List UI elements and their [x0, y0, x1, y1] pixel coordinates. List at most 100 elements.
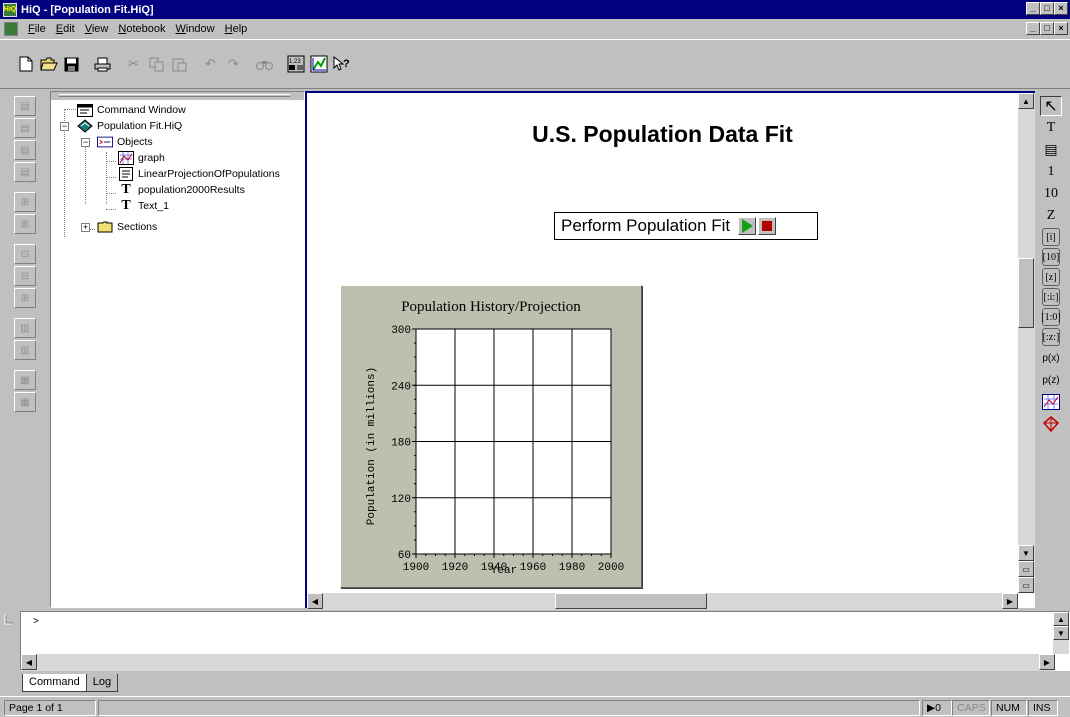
doc-minimize-button[interactable]: _	[1026, 22, 1040, 35]
maximize-button[interactable]: □	[1040, 2, 1054, 15]
tree-item-sections[interactable]: Sections	[97, 219, 157, 235]
command-scroll-down-button[interactable]: ▼	[1053, 626, 1069, 640]
doc-restore-button[interactable]: □	[1040, 22, 1054, 35]
prev-page-button[interactable]: ▭	[1018, 561, 1034, 577]
expand-sections-toggle[interactable]: +	[81, 223, 90, 232]
align-top-icon[interactable]: ⊡	[14, 244, 36, 264]
tab-command[interactable]: Command	[22, 674, 87, 692]
polynomial-real-tool[interactable]: p(x)	[1040, 348, 1062, 368]
script-tool[interactable]: ▤	[1040, 140, 1062, 160]
align-middle-icon[interactable]: ⊟	[14, 266, 36, 286]
graph-tool-icon[interactable]	[1040, 392, 1062, 412]
3d-graph-tool-icon[interactable]	[1040, 414, 1062, 434]
command-scroll-up-button[interactable]: ▲	[1053, 612, 1069, 626]
undo-icon[interactable]: ↶	[199, 53, 222, 75]
tree-item-population-results[interactable]: T population2000Results	[118, 182, 245, 198]
stop-button[interactable]	[758, 217, 777, 235]
layout-grid-icon[interactable]: ⊞	[14, 192, 36, 212]
menu-bar: File Edit View Notebook Window Help _ □ …	[0, 19, 1070, 38]
layout-split-icon[interactable]: ⊞	[14, 214, 36, 234]
insert-row-icon[interactable]: ▤	[14, 140, 36, 160]
play-icon	[741, 219, 753, 233]
graph-object-icon[interactable]	[307, 53, 330, 75]
align-center-icon[interactable]: ⊞	[14, 288, 36, 308]
distribute-horizontal-icon[interactable]: ▦	[14, 370, 36, 390]
select-pointer-tool[interactable]: ↖	[1040, 96, 1062, 116]
tree-item-command-window[interactable]: Command Window	[77, 102, 186, 118]
same-width-icon[interactable]: ▥	[14, 318, 36, 338]
horizontal-scroll-thumb[interactable]	[555, 593, 707, 609]
command-scroll-left-button[interactable]: ◀	[21, 654, 37, 670]
paste-icon[interactable]	[168, 53, 191, 75]
minimize-button[interactable]: _	[1026, 2, 1040, 15]
menu-file[interactable]: File	[23, 23, 51, 35]
text-object-icon: T	[121, 198, 131, 213]
tree-item-graph[interactable]: graph	[118, 150, 165, 166]
title-bar: HiQ HiQ - [Population Fit.HiQ] _ □ ×	[0, 0, 1070, 19]
cut-icon[interactable]: ✂	[122, 53, 145, 75]
new-file-icon[interactable]	[14, 53, 37, 75]
command-pane-grip[interactable]	[2, 612, 16, 670]
insert-cell-below-icon[interactable]: ▤	[14, 118, 36, 138]
scroll-down-button[interactable]: ▼	[1018, 545, 1034, 561]
command-window[interactable]: > ▲ ▼ ◀ ▶	[20, 611, 1070, 671]
complex-tool[interactable]: Z	[1040, 206, 1062, 226]
command-horizontal-scrollbar[interactable]: ◀ ▶	[21, 654, 1055, 671]
menu-edit[interactable]: Edit	[51, 23, 80, 35]
polynomial-complex-tool[interactable]: p(z)	[1040, 370, 1062, 390]
numeric-object-icon[interactable]: 1.23	[284, 53, 307, 75]
menu-help[interactable]: Help	[220, 23, 253, 35]
tree-item-objects[interactable]: Objects	[97, 134, 153, 150]
integer-tool[interactable]: 10	[1040, 184, 1062, 204]
open-folder-icon[interactable]	[37, 53, 60, 75]
copy-icon[interactable]	[145, 53, 168, 75]
save-icon[interactable]	[60, 53, 83, 75]
horizontal-scrollbar[interactable]: ◀ ▶	[307, 593, 1018, 610]
find-icon[interactable]	[253, 53, 276, 75]
run-button[interactable]	[738, 217, 757, 235]
matrix-integer-tool[interactable]: [:i:]	[1042, 288, 1060, 306]
redo-icon[interactable]: ↷	[222, 53, 245, 75]
print-icon[interactable]	[91, 53, 114, 75]
command-scroll-right-button[interactable]: ▶	[1039, 654, 1055, 670]
matrix-complex-tool[interactable]: [:z:]	[1042, 328, 1060, 346]
tab-log[interactable]: Log	[85, 674, 119, 692]
caps-indicator: CAPS	[952, 700, 990, 716]
tree-item-linear-projection[interactable]: LinearProjectionOfPopulations	[118, 166, 280, 182]
expand-notebook-toggle[interactable]: −	[60, 122, 69, 131]
hiq-app-icon[interactable]: HiQ	[3, 2, 17, 17]
vector-complex-tool[interactable]: [z]	[1042, 268, 1060, 286]
vector-real-tool[interactable]: [10]	[1042, 248, 1060, 266]
scroll-up-button[interactable]: ▲	[1018, 93, 1034, 109]
close-button[interactable]: ×	[1054, 2, 1068, 15]
document-icon[interactable]	[4, 21, 18, 36]
text-tool[interactable]: T	[1040, 118, 1062, 138]
expand-objects-toggle[interactable]: −	[81, 138, 90, 147]
tree-item-notebook[interactable]: Population Fit.HiQ	[77, 118, 182, 134]
scroll-left-button[interactable]: ◀	[307, 593, 323, 609]
vertical-scroll-thumb[interactable]	[1018, 258, 1034, 328]
tree-item-text-1[interactable]: T Text_1	[118, 198, 169, 214]
menu-notebook[interactable]: Notebook	[113, 23, 170, 35]
population-graph[interactable]: Population History/Projection 300 240 180 1…	[340, 285, 642, 588]
command-vertical-scrollbar[interactable]: ▲ ▼	[1053, 612, 1069, 654]
pane-grip[interactable]	[51, 92, 304, 100]
distribute-vertical-icon[interactable]: ▦	[14, 392, 36, 412]
vertical-scrollbar[interactable]: ▲ ▼ ▭ ▭	[1018, 93, 1035, 593]
vector-integer-tool[interactable]: [i]	[1042, 228, 1060, 246]
insert-cell-above-icon[interactable]: ▤	[14, 96, 36, 116]
scalar-tool[interactable]: 1	[1040, 162, 1062, 182]
menu-view[interactable]: View	[80, 23, 114, 35]
next-page-button[interactable]: ▭	[1018, 577, 1034, 593]
objects-icon	[97, 135, 113, 149]
left-tool-strip: ▤ ▤ ▤ ▤ ⊞ ⊞ ⊡ ⊟ ⊞ ▥ ▥ ▦ ▦	[14, 96, 44, 414]
scroll-right-button[interactable]: ▶	[1002, 593, 1018, 609]
matrix-real-tool[interactable]: [1:0]	[1041, 308, 1061, 326]
running-count: ▶0	[922, 700, 952, 716]
same-height-icon[interactable]: ▥	[14, 340, 36, 360]
insert-column-icon[interactable]: ▤	[14, 162, 36, 182]
doc-close-button[interactable]: ×	[1054, 22, 1068, 35]
menu-window[interactable]: Window	[170, 23, 219, 35]
context-help-icon[interactable]: ?	[330, 53, 353, 75]
notebook-page[interactable]: U.S. Population Data Fit Perform Populat…	[307, 93, 1018, 593]
